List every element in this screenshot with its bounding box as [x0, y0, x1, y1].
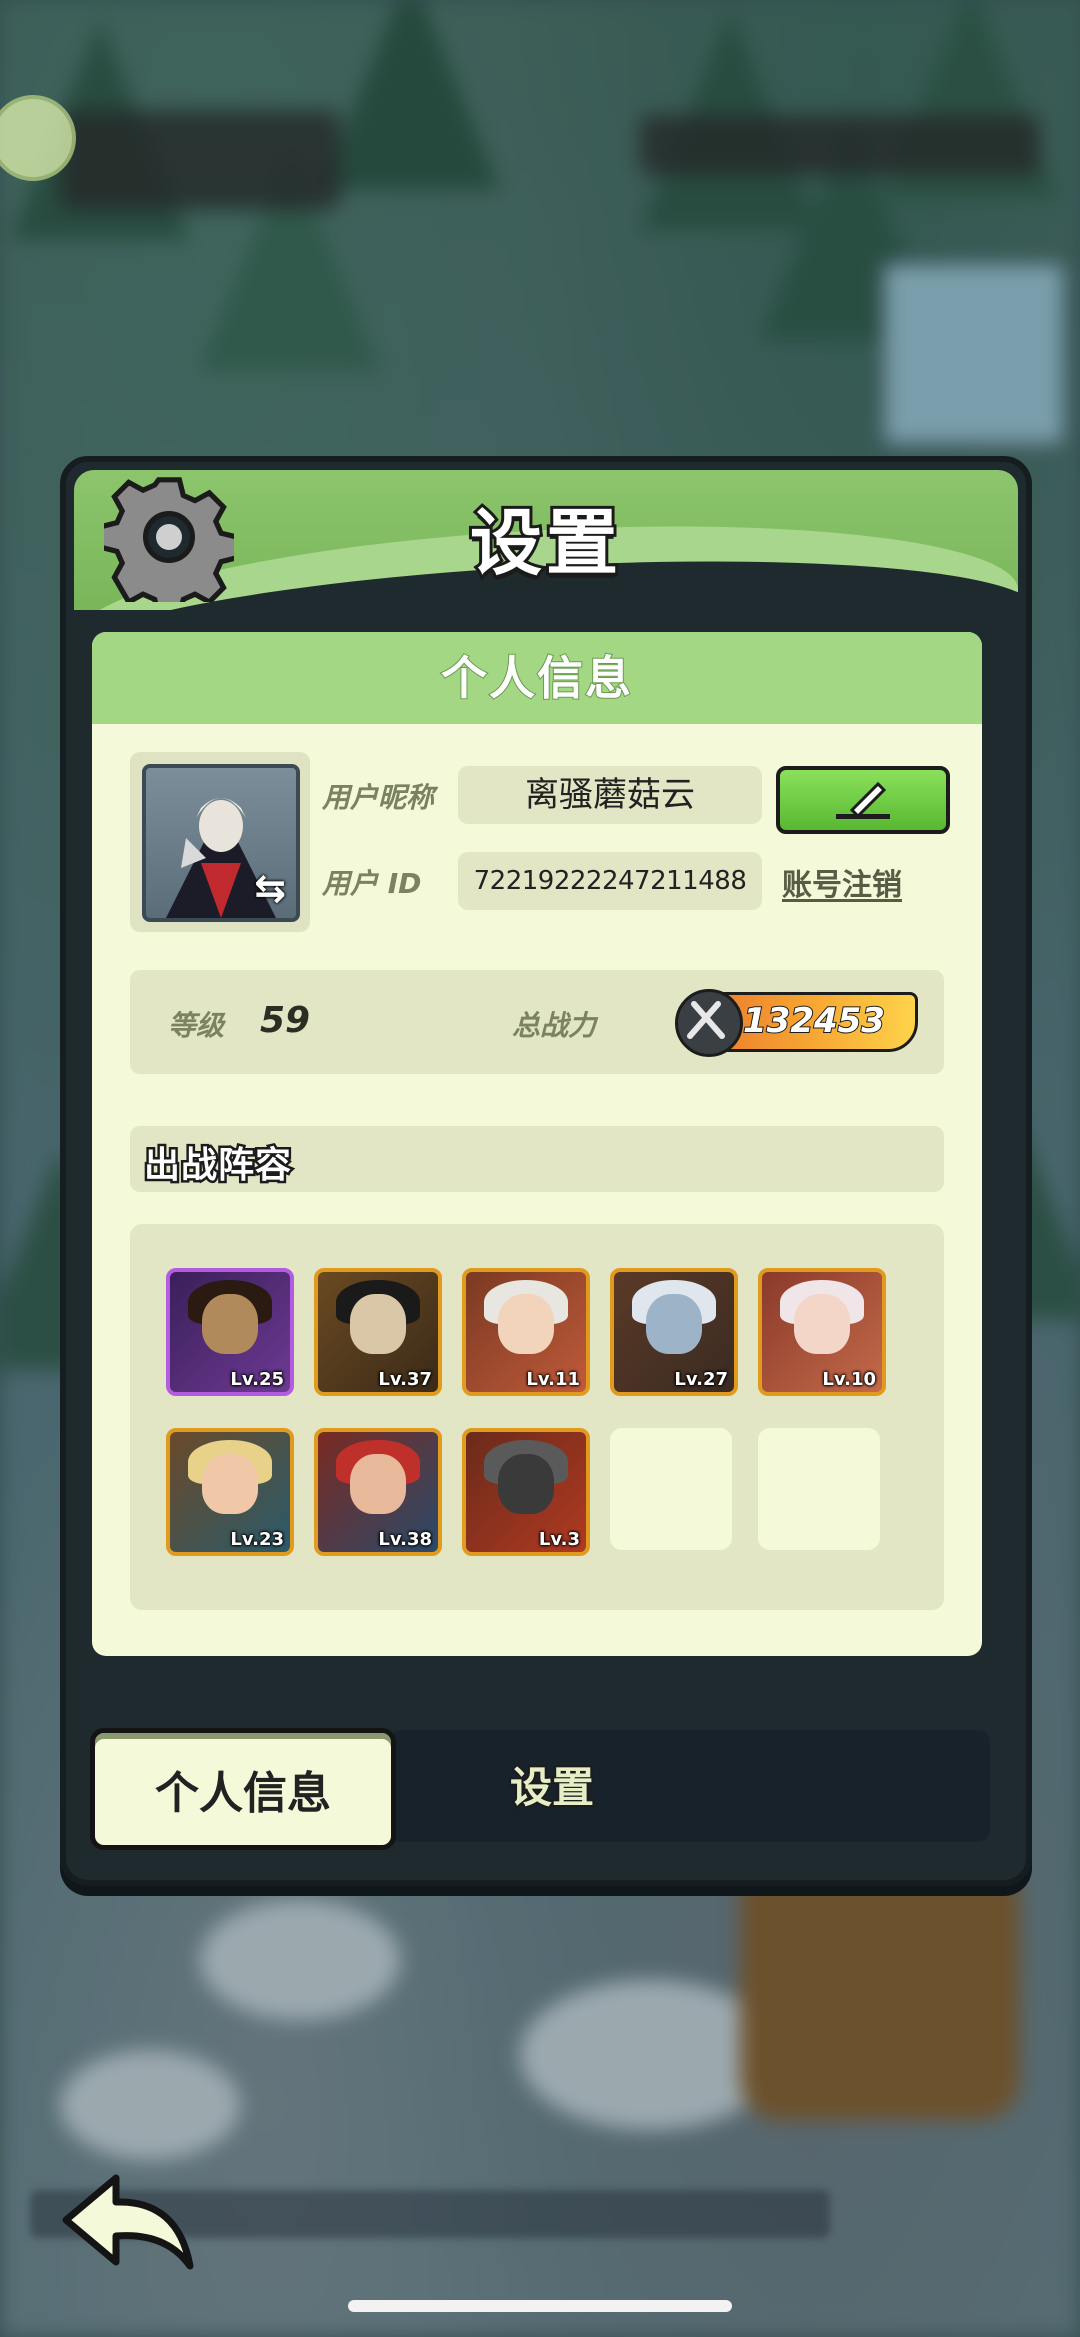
- lineup-header: 出战阵容: [130, 1126, 944, 1192]
- user-id-field: 72219222247211488: [458, 852, 762, 910]
- tab-label: 个人信息: [155, 1768, 331, 1819]
- bottom-tabs: 个人信息 设置: [90, 1728, 990, 1850]
- hero-level: Lv.25: [230, 1369, 284, 1390]
- power-value: 132453: [742, 1000, 886, 1042]
- edit-nickname-button[interactable]: [776, 766, 950, 834]
- hero-slot-6[interactable]: Lv.23: [166, 1428, 294, 1556]
- stats-row: 等级 59 总战力 132453: [130, 970, 944, 1074]
- profile-card: 个人信息 ⇆ 用户昵称 离骚蘑菇云 用户 ID 7221922224721148…: [92, 632, 982, 1656]
- edit-icon: [836, 781, 890, 819]
- account-cancel-link[interactable]: 账号注销: [782, 860, 902, 904]
- nickname-label: 用户昵称: [322, 781, 435, 814]
- hero-slot-empty[interactable]: [758, 1428, 880, 1550]
- hero-level: Lv.3: [538, 1529, 580, 1550]
- page-title: 设置: [467, 498, 622, 588]
- home-indicator[interactable]: [348, 2300, 732, 2312]
- card-header: 个人信息: [92, 632, 982, 724]
- hero-slot-7[interactable]: Lv.38: [314, 1428, 442, 1556]
- user-id-label: 用户 ID: [322, 867, 422, 900]
- hero-slot-4[interactable]: Lv.27: [610, 1268, 738, 1396]
- hero-level: Lv.11: [526, 1369, 580, 1390]
- lineup-grid: Lv.25 Lv.37 Lv.11 Lv.27 Lv.10 Lv.23 Lv.3…: [130, 1224, 944, 1610]
- sword-icon: [675, 989, 743, 1057]
- hero-slot-1[interactable]: Lv.25: [166, 1268, 294, 1396]
- power-label: 总战力: [512, 1009, 597, 1042]
- level-value: 59: [260, 1000, 311, 1041]
- power-badge: 132453: [675, 989, 918, 1057]
- avatar-box[interactable]: ⇆: [130, 752, 310, 932]
- nickname-field: 离骚蘑菇云: [458, 766, 762, 824]
- hero-level: Lv.27: [674, 1369, 728, 1390]
- panel-header: 设置: [74, 470, 1018, 610]
- lineup-title: 出战阵容: [141, 1143, 293, 1189]
- hero-slot-3[interactable]: Lv.11: [462, 1268, 590, 1396]
- hero-level: Lv.37: [378, 1369, 432, 1390]
- tab-profile[interactable]: 个人信息: [90, 1728, 396, 1850]
- hero-slot-8[interactable]: Lv.3: [462, 1428, 590, 1556]
- back-arrow-icon[interactable]: [58, 2170, 198, 2280]
- hero-level: Lv.38: [378, 1529, 432, 1550]
- hero-level: Lv.10: [822, 1369, 876, 1390]
- tab-settings[interactable]: 设置: [508, 1754, 596, 1815]
- hero-slot-5[interactable]: Lv.10: [758, 1268, 886, 1396]
- swap-icon[interactable]: ⇆: [254, 866, 286, 910]
- hero-slot-empty[interactable]: [610, 1428, 732, 1550]
- avatar[interactable]: ⇆: [142, 764, 300, 922]
- hero-level: Lv.23: [230, 1529, 284, 1550]
- hero-slot-2[interactable]: Lv.37: [314, 1268, 442, 1396]
- level-label: 等级: [168, 1009, 225, 1042]
